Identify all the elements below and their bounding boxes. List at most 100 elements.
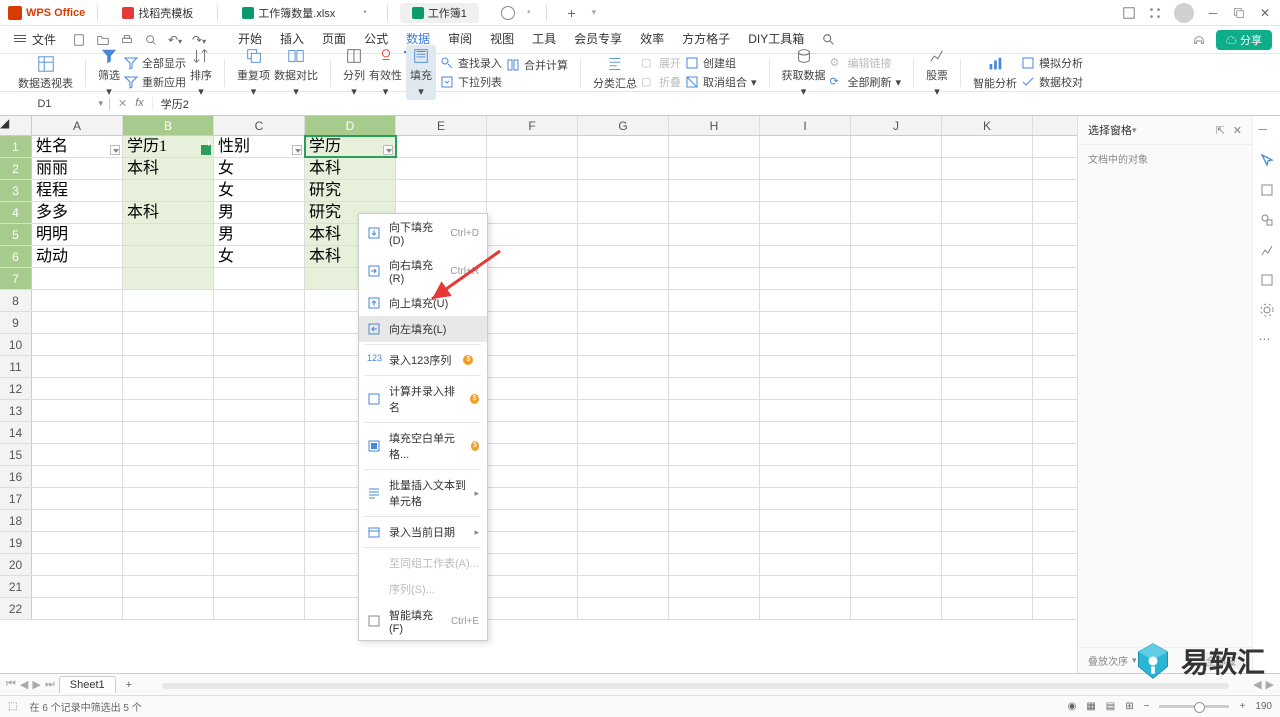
- cell-G4[interactable]: [578, 202, 669, 223]
- cell-A14[interactable]: [32, 422, 123, 443]
- cell-F18[interactable]: [487, 510, 578, 531]
- cell-I12[interactable]: [760, 378, 851, 399]
- cell-A9[interactable]: [32, 312, 123, 333]
- cell-B11[interactable]: [123, 356, 214, 377]
- sheet-next-icon[interactable]: ▶: [32, 678, 40, 691]
- cell-H22[interactable]: [669, 598, 760, 619]
- rail-style-icon[interactable]: [1259, 182, 1275, 198]
- row-header-21[interactable]: 21: [0, 576, 32, 597]
- cell-G12[interactable]: [578, 378, 669, 399]
- preview-icon[interactable]: [144, 33, 158, 47]
- cell-I8[interactable]: [760, 290, 851, 311]
- cell-J19[interactable]: [851, 532, 942, 553]
- cell-H9[interactable]: [669, 312, 760, 333]
- add-sheet-button[interactable]: +: [120, 679, 138, 691]
- cell-K16[interactable]: [942, 466, 1033, 487]
- cell-G5[interactable]: [578, 224, 669, 245]
- print-icon[interactable]: [120, 33, 134, 47]
- cell-H11[interactable]: [669, 356, 760, 377]
- cell-B14[interactable]: [123, 422, 214, 443]
- cell-B4[interactable]: 本科: [123, 202, 214, 223]
- row-header-4[interactable]: 4: [0, 202, 32, 223]
- sheet-area[interactable]: ◢ ABCDEFGHIJK 1姓名学历1T性别学历2丽丽本科女本科3程程女研究4…: [0, 116, 1077, 673]
- avatar[interactable]: [1174, 3, 1194, 23]
- cell-I9[interactable]: [760, 312, 851, 333]
- column-header-J[interactable]: J: [851, 116, 942, 135]
- cell-J4[interactable]: [851, 202, 942, 223]
- cell-C12[interactable]: [214, 378, 305, 399]
- cell-G17[interactable]: [578, 488, 669, 509]
- cell-H10[interactable]: [669, 334, 760, 355]
- cell-C19[interactable]: [214, 532, 305, 553]
- cell-J5[interactable]: [851, 224, 942, 245]
- fill-right-item[interactable]: 向右填充(R)Ctrl+R: [359, 252, 487, 290]
- cell-J12[interactable]: [851, 378, 942, 399]
- cell-C13[interactable]: [214, 400, 305, 421]
- panel-close-icon[interactable]: ✕: [1233, 124, 1242, 137]
- cell-B21[interactable]: [123, 576, 214, 597]
- sheet-first-icon[interactable]: ⏮: [6, 678, 16, 691]
- cell-C10[interactable]: [214, 334, 305, 355]
- cell-B18[interactable]: [123, 510, 214, 531]
- cell-C15[interactable]: [214, 444, 305, 465]
- cell-K2[interactable]: [942, 158, 1033, 179]
- view-page-icon[interactable]: ▤: [1106, 701, 1115, 712]
- cell-F8[interactable]: [487, 290, 578, 311]
- datacheck-button[interactable]: 数据校对: [1021, 74, 1083, 90]
- cell-G20[interactable]: [578, 554, 669, 575]
- column-header-G[interactable]: G: [578, 116, 669, 135]
- bulk-text-item[interactable]: 批量插入文本到单元格▸: [359, 472, 487, 514]
- name-box[interactable]: D1: [0, 98, 110, 110]
- cell-F19[interactable]: [487, 532, 578, 553]
- cell-K14[interactable]: [942, 422, 1033, 443]
- cell-H2[interactable]: [669, 158, 760, 179]
- cell-G6[interactable]: [578, 246, 669, 267]
- horizontal-scrollbar[interactable]: [162, 681, 1229, 689]
- cell-H15[interactable]: [669, 444, 760, 465]
- row-header-8[interactable]: 8: [0, 290, 32, 311]
- reapply-button[interactable]: 重新应用: [124, 74, 186, 90]
- column-header-D[interactable]: D: [305, 116, 396, 135]
- cell-A12[interactable]: [32, 378, 123, 399]
- cell-B19[interactable]: [123, 532, 214, 553]
- open-icon[interactable]: [96, 33, 110, 47]
- cell-G13[interactable]: [578, 400, 669, 421]
- cell-G11[interactable]: [578, 356, 669, 377]
- row-header-20[interactable]: 20: [0, 554, 32, 575]
- cell-I19[interactable]: [760, 532, 851, 553]
- cell-I4[interactable]: [760, 202, 851, 223]
- cell-G21[interactable]: [578, 576, 669, 597]
- cell-A16[interactable]: [32, 466, 123, 487]
- menu-tab-方方格子[interactable]: 方方格子: [680, 26, 732, 53]
- cell-G8[interactable]: [578, 290, 669, 311]
- apps-icon[interactable]: [1148, 6, 1162, 20]
- cell-I6[interactable]: [760, 246, 851, 267]
- cell-K19[interactable]: [942, 532, 1033, 553]
- cell-B6[interactable]: [123, 246, 214, 267]
- cell-A21[interactable]: [32, 576, 123, 597]
- cell-J8[interactable]: [851, 290, 942, 311]
- cell-K8[interactable]: [942, 290, 1033, 311]
- cell-B15[interactable]: [123, 444, 214, 465]
- tab-template[interactable]: 找稻壳模板: [110, 3, 205, 23]
- cell-I11[interactable]: [760, 356, 851, 377]
- cell-F3[interactable]: [487, 180, 578, 201]
- cell-I20[interactable]: [760, 554, 851, 575]
- cell-A3[interactable]: 程程: [32, 180, 123, 201]
- cell-G7[interactable]: [578, 268, 669, 289]
- tab-more-icon[interactable]: •: [355, 7, 375, 18]
- cell-B5[interactable]: [123, 224, 214, 245]
- insert-date-item[interactable]: 录入当前日期▸: [359, 519, 487, 545]
- cell-C7[interactable]: [214, 268, 305, 289]
- cell-K17[interactable]: [942, 488, 1033, 509]
- filter-button[interactable]: 筛选▾: [98, 47, 120, 98]
- cell-D2[interactable]: 本科: [305, 158, 396, 179]
- column-header-A[interactable]: A: [32, 116, 123, 135]
- cell-F17[interactable]: [487, 488, 578, 509]
- column-header-K[interactable]: K: [942, 116, 1033, 135]
- cell-K11[interactable]: [942, 356, 1033, 377]
- cell-F12[interactable]: [487, 378, 578, 399]
- rail-analysis-icon[interactable]: [1259, 242, 1275, 258]
- sheet-last-icon[interactable]: ⏭: [45, 678, 55, 691]
- rail-settings-icon[interactable]: [1259, 302, 1275, 318]
